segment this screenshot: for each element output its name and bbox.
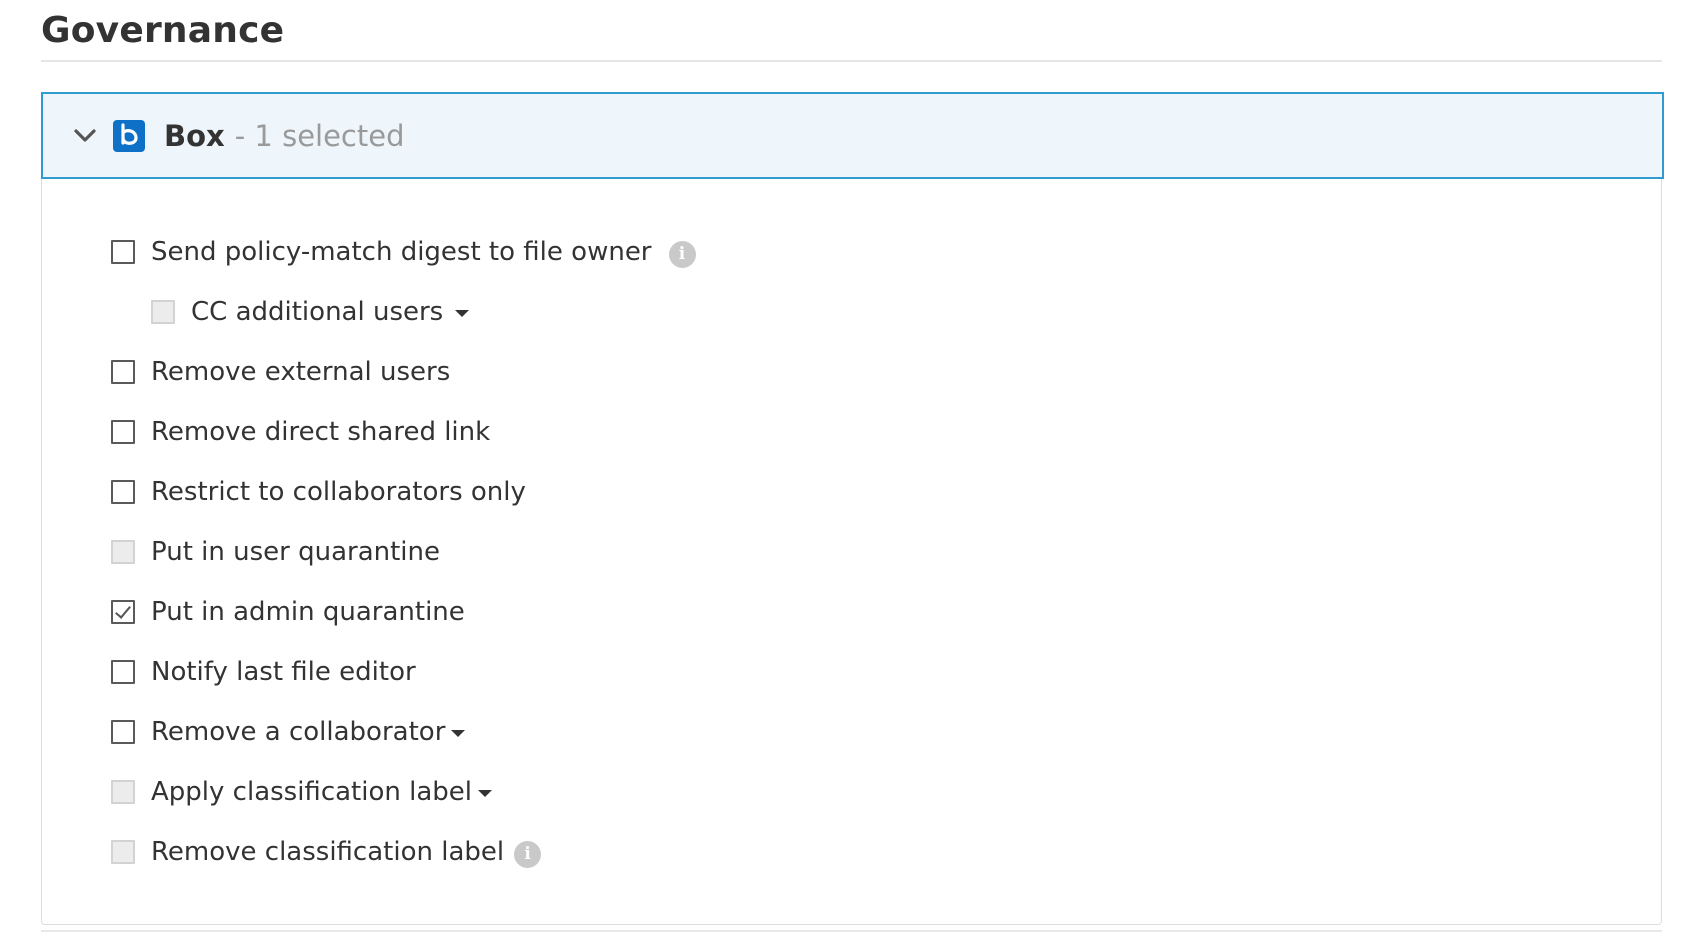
option-notify-last-editor: Notify last file editor <box>111 652 416 692</box>
selection-count: - 1 selected <box>234 118 405 153</box>
panel-header-toggle[interactable]: Box - 1 selected <box>41 92 1664 179</box>
option-admin-quarantine: Put in admin quarantine <box>111 592 465 632</box>
option-label: Remove external users <box>151 357 451 387</box>
box-logo-icon <box>113 119 145 152</box>
option-remove-direct-shared-link: Remove direct shared link <box>111 412 490 452</box>
checkbox-apply-classification-label[interactable] <box>111 780 135 804</box>
option-label: Remove classification label <box>151 837 505 867</box>
caret-down-icon[interactable] <box>451 729 466 737</box>
checkbox-send-digest[interactable] <box>111 240 135 264</box>
option-label: Put in admin quarantine <box>151 597 465 627</box>
checkbox-remove-direct-shared-link[interactable] <box>111 420 135 444</box>
option-label: Put in user quarantine <box>151 537 441 567</box>
governance-page: Governance Box - 1 selected Send policy-… <box>0 0 1694 933</box>
checkbox-notify-last-editor[interactable] <box>111 660 135 684</box>
option-user-quarantine: Put in user quarantine <box>111 532 440 572</box>
checkbox-admin-quarantine[interactable] <box>111 600 135 624</box>
panel-bottom-divider <box>41 930 1662 932</box>
info-icon[interactable]: i <box>514 840 542 868</box>
caret-down-icon[interactable] <box>455 309 470 317</box>
option-send-digest: Send policy-match digest to file owner i <box>111 232 696 272</box>
option-remove-external-users: Remove external users <box>111 352 450 392</box>
option-label: Apply classification label <box>151 777 472 807</box>
option-label: Remove direct shared link <box>151 417 491 447</box>
checkbox-remove-external-users[interactable] <box>111 360 135 384</box>
info-icon[interactable]: i <box>668 240 696 268</box>
checkbox-remove-collaborator[interactable] <box>111 720 135 744</box>
checkbox-user-quarantine[interactable] <box>111 540 135 564</box>
option-label: Restrict to collaborators only <box>151 477 526 507</box>
section-title: Governance <box>41 10 285 51</box>
option-label: Remove a collaborator <box>151 717 446 747</box>
checkbox-cc-additional-users[interactable] <box>151 300 175 324</box>
title-divider <box>41 60 1662 62</box>
option-label: CC additional users <box>191 297 444 327</box>
box-governance-panel: Box - 1 selected Send policy-match diges… <box>41 92 1664 925</box>
option-remove-classification-label: Remove classification label i <box>111 832 542 872</box>
option-label: Notify last file editor <box>151 657 416 687</box>
checkbox-restrict-collaborators[interactable] <box>111 480 135 504</box>
chevron-down-icon[interactable] <box>72 123 98 149</box>
option-remove-collaborator: Remove a collaborator <box>111 712 466 752</box>
option-restrict-collaborators: Restrict to collaborators only <box>111 472 526 512</box>
app-name: Box <box>164 118 225 153</box>
option-label: Send policy-match digest to file owner <box>151 237 652 267</box>
checkbox-remove-classification-label[interactable] <box>111 840 135 864</box>
option-apply-classification-label: Apply classification label <box>111 772 492 812</box>
option-cc-additional-users: CC additional users <box>151 292 470 332</box>
caret-down-icon[interactable] <box>478 789 492 797</box>
